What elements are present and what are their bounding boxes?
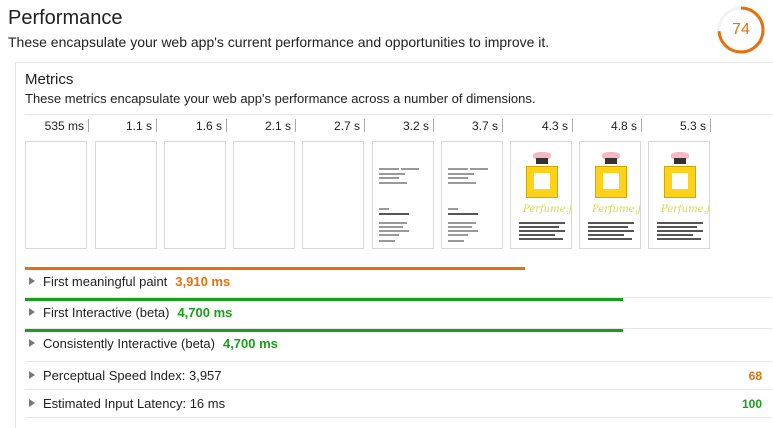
expand-triangle-icon xyxy=(29,308,35,316)
timeline-time-label: 1.1 s xyxy=(125,119,152,133)
filmstrip-frame xyxy=(372,141,434,249)
metric-row-fmp[interactable]: First meaningful paint 3,910 ms xyxy=(25,270,772,294)
metric-row-speed-index[interactable]: Perceptual Speed Index: 3,957 68 xyxy=(25,364,772,388)
timeline-tick xyxy=(433,119,434,132)
metric-label: First Interactive (beta) xyxy=(43,305,170,320)
metric-score: 68 xyxy=(748,369,762,383)
metric-value: 3,910 ms xyxy=(175,274,231,289)
metric-row-consistently-interactive[interactable]: Consistently Interactive (beta) 4,700 ms xyxy=(25,332,772,356)
metric-label: Consistently Interactive (beta) xyxy=(43,336,215,351)
timeline-time-label: 4.8 s xyxy=(610,119,637,133)
timeline-time-label: 2.7 s xyxy=(333,119,360,133)
timeline-tick xyxy=(710,119,711,132)
filmstrip-frame xyxy=(95,141,157,249)
perfume-label-icon xyxy=(672,173,688,189)
metric-label: Perceptual Speed Index: 3,957 xyxy=(43,368,222,383)
filmstrip-frame: Perfume.js xyxy=(648,141,710,249)
metrics-title: Metrics xyxy=(25,71,74,88)
expand-triangle-icon xyxy=(29,371,35,379)
perfume-caption: Perfume.js xyxy=(661,204,710,215)
timeline-tick xyxy=(156,119,157,132)
perfume-bow-icon xyxy=(605,158,617,164)
timeline-tick xyxy=(364,119,365,132)
filmstrip-frame: Perfume.js xyxy=(579,141,641,249)
metric-value: 4,700 ms xyxy=(177,305,233,320)
filmstrip-frame xyxy=(25,141,87,249)
performance-title: Performance xyxy=(8,7,123,29)
performance-description: These encapsulate your web app's current… xyxy=(8,34,550,50)
score-value: 74 xyxy=(732,21,750,38)
timeline-tick xyxy=(295,119,296,132)
score-gauge: 74 xyxy=(716,5,766,55)
perfume-bow-icon xyxy=(536,158,548,164)
timeline-tick xyxy=(226,119,227,132)
perfume-caption: Perfume.js xyxy=(523,204,572,215)
row-divider xyxy=(25,389,772,390)
timeline-time-label: 1.6 s xyxy=(195,119,222,133)
filmstrip-frame xyxy=(441,141,503,249)
timeline-tick xyxy=(502,119,503,132)
metric-score: 100 xyxy=(741,397,762,411)
perfume-label-icon xyxy=(534,173,550,189)
filmstrip-frame: Perfume.js xyxy=(510,141,572,249)
row-divider xyxy=(25,417,772,418)
performance-header: Performance These encapsulate your web a… xyxy=(8,6,549,51)
timeline-time-label: 535 ms xyxy=(44,119,84,133)
metric-value: 4,700 ms xyxy=(222,336,278,351)
perfume-label-icon xyxy=(603,173,619,189)
timeline-time-label: 5.3 s xyxy=(679,119,706,133)
timeline-tick xyxy=(641,119,642,132)
filmstrip-frame xyxy=(302,141,364,249)
filmstrip-frame xyxy=(164,141,226,249)
timeline-time-label: 3.7 s xyxy=(471,119,498,133)
perfume-bow-icon xyxy=(674,158,686,164)
row-divider xyxy=(25,361,772,362)
perfume-caption: Perfume.js xyxy=(592,204,641,215)
timeline-time-label: 2.1 s xyxy=(264,119,291,133)
timeline-tick xyxy=(572,119,573,132)
expand-triangle-icon xyxy=(29,339,35,347)
timeline-time-label: 4.3 s xyxy=(541,119,568,133)
timeline-divider xyxy=(25,114,772,115)
timeline-tick xyxy=(88,119,89,132)
metrics-description: These metrics encapsulate your web app's… xyxy=(25,91,536,106)
metric-label: Estimated Input Latency: 16 ms xyxy=(43,396,226,411)
metric-label: First meaningful paint xyxy=(43,274,168,289)
expand-triangle-icon xyxy=(29,277,35,285)
expand-triangle-icon xyxy=(29,399,35,407)
metric-row-first-interactive[interactable]: First Interactive (beta) 4,700 ms xyxy=(25,301,772,325)
timeline-time-label: 3.2 s xyxy=(402,119,429,133)
filmstrip-frame xyxy=(233,141,295,249)
metric-row-input-latency[interactable]: Estimated Input Latency: 16 ms 100 xyxy=(25,392,772,416)
